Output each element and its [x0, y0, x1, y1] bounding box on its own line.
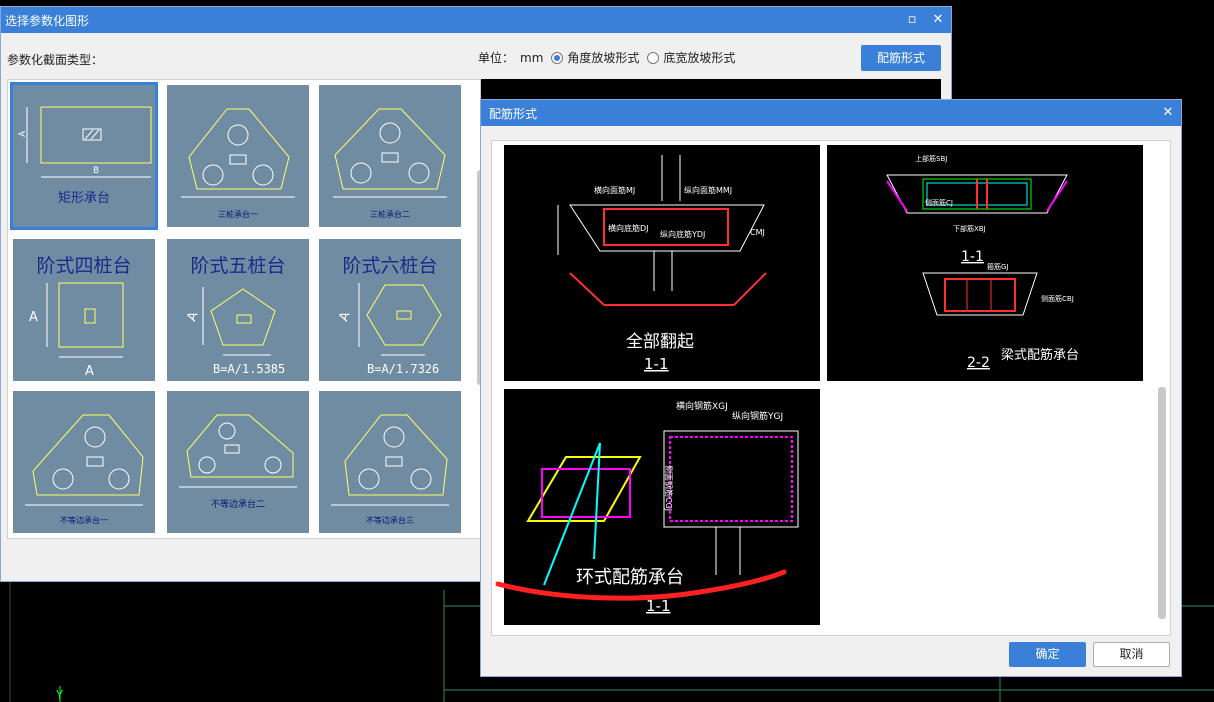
annotation-stroke [495, 569, 787, 601]
